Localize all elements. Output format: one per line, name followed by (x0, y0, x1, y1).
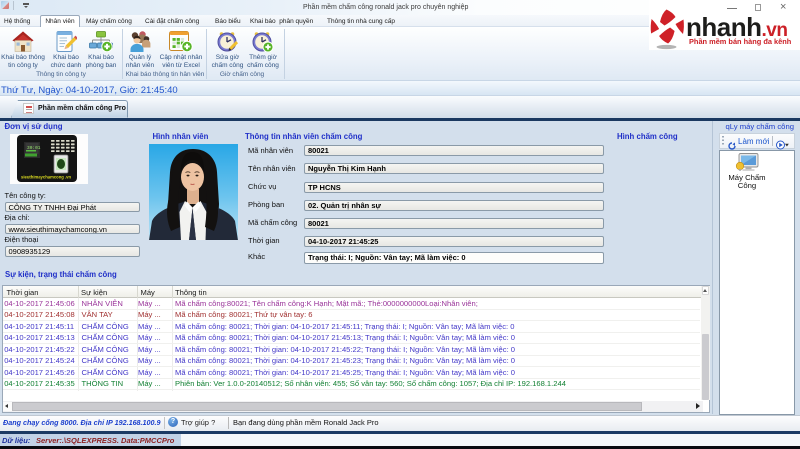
svg-text:sieuthimaychamcong .vn: sieuthimaychamcong .vn (21, 175, 71, 180)
